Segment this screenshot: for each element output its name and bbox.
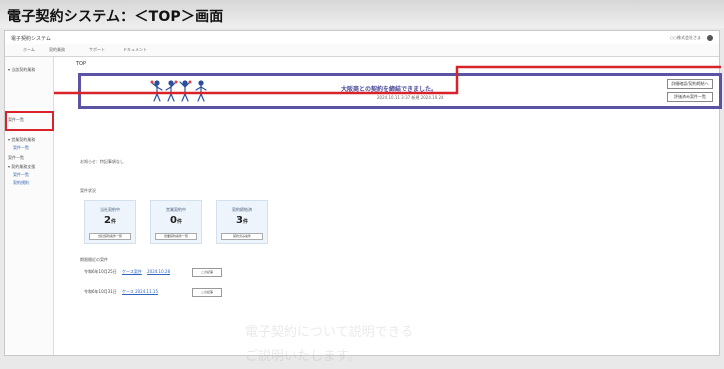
app-window: 電子契約システム ○○株式会社さま ホーム 契約業務 サポート ドキュメント ▾… bbox=[4, 30, 722, 364]
callout-line bbox=[54, 65, 721, 95]
watermark-line: 電子契約について説明できる bbox=[245, 325, 414, 340]
watermark-text: 電子契約について説明できる ご説明いたします。 bbox=[245, 321, 645, 369]
document-heading-band: 電子契約システム：＜TOP＞画面 bbox=[0, 0, 724, 28]
document-heading: 電子契約システム：＜TOP＞画面 bbox=[7, 9, 224, 25]
watermark-line: ご説明いたします。 bbox=[245, 349, 361, 364]
